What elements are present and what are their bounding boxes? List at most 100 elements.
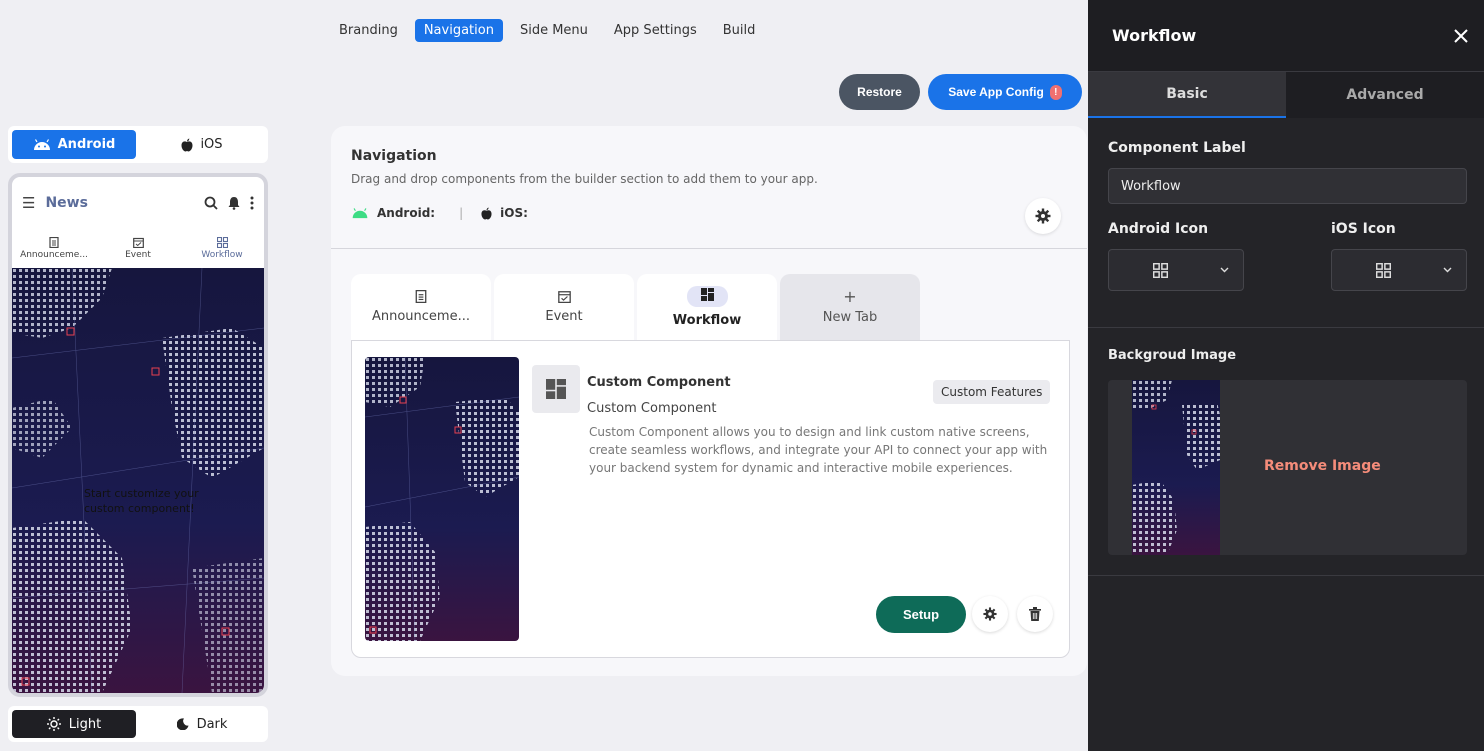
custom-features-badge: Custom Features (933, 380, 1051, 404)
builder-tab-announcements[interactable]: Announceme... (351, 274, 491, 340)
builder-tab-label: New Tab (822, 309, 878, 325)
phone-tab-announcements[interactable]: Announceme... (12, 229, 96, 268)
builder-tab-workflow[interactable]: Workflow (637, 274, 777, 340)
grid-icon (1153, 262, 1168, 278)
more-vert-icon[interactable] (250, 196, 254, 210)
document-icon (49, 237, 59, 248)
grid-icon (216, 237, 228, 248)
ios-option[interactable]: iOS (140, 130, 264, 159)
apple-icon (181, 138, 193, 151)
dashboard-icon (546, 379, 566, 399)
phone-tab-event[interactable]: Event (96, 229, 180, 268)
light-theme-option[interactable]: Light (12, 710, 136, 738)
warning-icon: ! (1049, 84, 1062, 100)
phone-overlay-text: Start customize your custom component! (84, 486, 214, 516)
ios-icon-title: iOS Icon (1331, 221, 1396, 237)
remove-image-button[interactable]: Remove Image (1264, 458, 1381, 474)
builder-tab-label: Announceme... (371, 309, 470, 324)
properties-panel: Workflow Basic Advanced Component Label … (1088, 0, 1484, 751)
phone-tab-label: Event (125, 250, 151, 260)
navigation-card: Navigation Drag and drop components from… (331, 126, 1087, 676)
setup-label: Setup (902, 607, 940, 622)
light-label: Light (68, 716, 102, 732)
builder-tabs: Announceme... Event Workflow + New Tab (351, 274, 920, 340)
phone-tab-label: Workflow (201, 250, 243, 260)
close-icon[interactable] (1454, 28, 1468, 43)
component-label-value: Workflow (1121, 178, 1181, 194)
android-platform-label: Android: (377, 206, 436, 220)
trash-icon (1029, 607, 1041, 621)
phone-app-title: News (45, 195, 88, 211)
menu-icon[interactable]: ☰ (22, 194, 35, 212)
top-nav: Branding Navigation Side Menu App Settin… (330, 19, 764, 42)
background-image-box: Remove Image (1108, 380, 1467, 555)
phone-header-icons (204, 196, 254, 210)
bell-icon[interactable] (228, 196, 240, 210)
phone-header: ☰ News (12, 177, 264, 229)
dark-label: Dark (196, 716, 228, 732)
component-settings-button[interactable] (972, 596, 1008, 632)
tab-branding[interactable]: Branding (330, 19, 407, 42)
ios-icon-select[interactable] (1331, 249, 1467, 291)
grid-icon (1376, 262, 1391, 278)
moon-icon (176, 718, 189, 730)
phone-tab-workflow[interactable]: Workflow (180, 229, 264, 268)
card-divider (331, 248, 1087, 249)
android-icon-title: Android Icon (1108, 221, 1209, 237)
navigation-description: Drag and drop components from the builde… (351, 172, 818, 186)
gear-icon (1035, 208, 1051, 224)
android-option[interactable]: Android (12, 130, 136, 159)
platform-summary: Android: | iOS: (351, 206, 528, 220)
builder-tab-label: Event (545, 309, 583, 324)
search-icon[interactable] (204, 196, 218, 210)
platform-toggle: Android iOS (8, 126, 268, 163)
android-icon (33, 138, 50, 150)
builder-tab-new[interactable]: + New Tab (780, 274, 920, 340)
tab-navigation[interactable]: Navigation (414, 19, 503, 42)
android-icon (352, 207, 368, 218)
android-label: Android (57, 137, 116, 152)
save-label: Save App Config (948, 85, 1044, 99)
phone-overlay-line-2: custom component! (84, 502, 195, 515)
tab-basic[interactable]: Basic (1088, 72, 1286, 118)
background-image-thumbnail (1132, 380, 1220, 555)
setup-button[interactable]: Setup (876, 596, 966, 633)
delete-component-button[interactable] (1017, 596, 1053, 632)
platform-separator: | (459, 206, 464, 220)
restore-button[interactable]: Restore (839, 74, 920, 110)
panel-divider (1088, 327, 1484, 328)
tab-app-settings[interactable]: App Settings (605, 19, 706, 42)
phone-tabs: Announceme... Event Workflow (12, 229, 264, 268)
panel-header: Workflow (1088, 0, 1484, 72)
component-subtitle: Custom Component (587, 401, 717, 416)
dark-theme-option[interactable]: Dark (140, 710, 264, 738)
custom-component-icon-box (532, 365, 580, 413)
panel-title: Workflow (1112, 26, 1197, 45)
gear-icon (983, 607, 997, 621)
active-icon-pill (686, 286, 728, 307)
restore-label: Restore (857, 85, 902, 99)
builder-tab-event[interactable]: Event (494, 274, 634, 340)
android-icon-select[interactable] (1108, 249, 1244, 291)
tab-side-menu[interactable]: Side Menu (511, 19, 597, 42)
chevron-down-icon (1220, 267, 1229, 273)
component-label-input[interactable]: Workflow (1108, 168, 1467, 204)
phone-preview: ☰ News Announceme... Event Workflow Star… (8, 173, 268, 697)
component-detail: Custom Component Custom Component Custom… (351, 340, 1070, 658)
save-app-config-button[interactable]: Save App Config ! (928, 74, 1082, 110)
navigation-settings-button[interactable] (1025, 198, 1061, 234)
builder-tab-label: Workflow (672, 313, 742, 328)
calendar-icon (557, 291, 571, 303)
component-preview-image (365, 357, 519, 641)
tab-build[interactable]: Build (714, 19, 765, 42)
tab-advanced[interactable]: Advanced (1286, 72, 1484, 118)
phone-overlay-line-1: Start customize your (84, 487, 199, 500)
theme-toggle: Light Dark (8, 706, 268, 742)
component-label-title: Component Label (1108, 140, 1246, 156)
ios-platform-label: iOS: (500, 206, 528, 220)
plus-icon: + (843, 286, 857, 306)
background-image-title: Backgroud Image (1108, 348, 1237, 363)
chevron-down-icon (1443, 267, 1452, 273)
phone-tab-label: Announceme... (20, 250, 88, 260)
component-title: Custom Component (587, 375, 731, 390)
